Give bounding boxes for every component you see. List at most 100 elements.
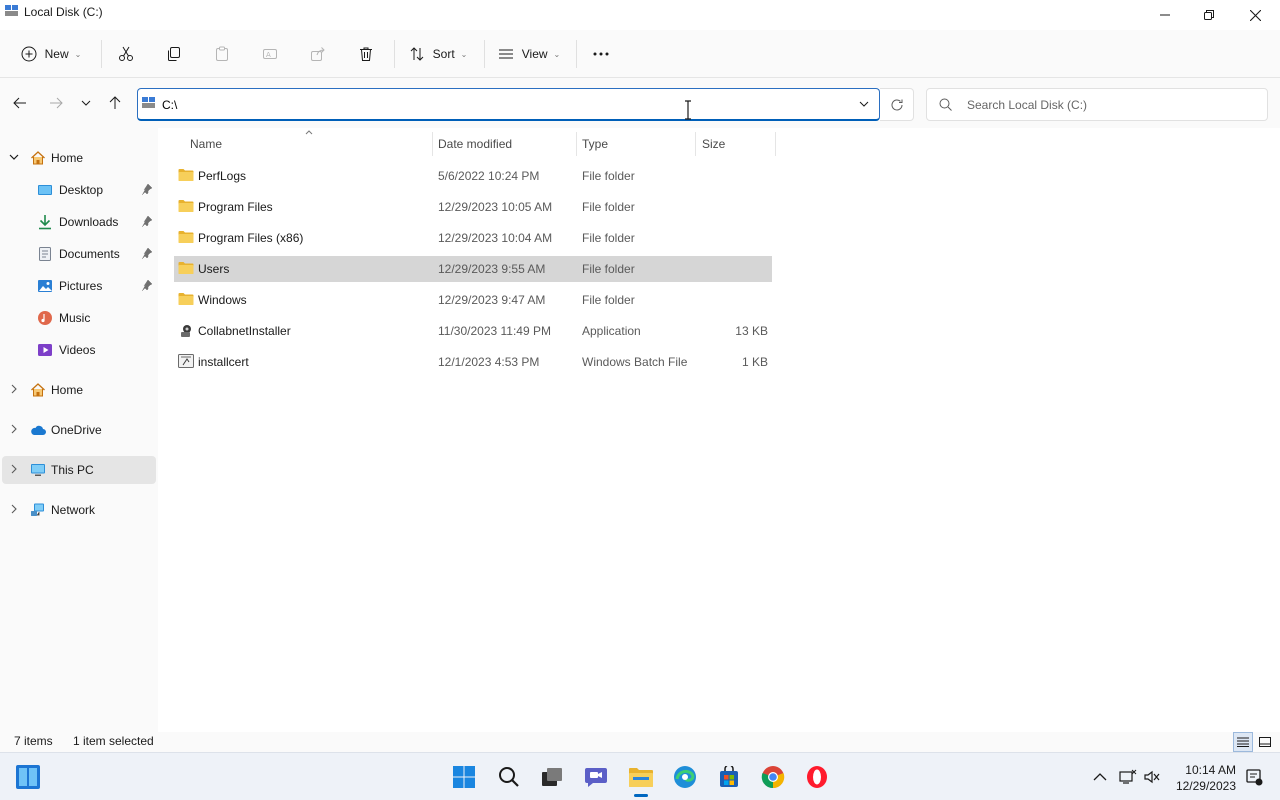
column-divider[interactable] [775,132,776,156]
arrow-up-icon [109,96,121,109]
column-divider[interactable] [432,132,433,156]
tiles-view-icon [1259,737,1271,747]
restore-icon [1204,10,1214,20]
show-hidden-icons-button[interactable] [1086,763,1114,791]
chevron-right-icon[interactable] [9,464,19,474]
navigation-bar: C:\ Search Local Disk (C:) [0,78,1280,128]
column-divider[interactable] [695,132,696,156]
edge-button[interactable] [671,763,699,791]
drive-icon [5,5,18,16]
arrow-left-icon [13,97,26,109]
sidebar-item-downloads[interactable]: Downloads [0,208,156,236]
new-button[interactable]: New ⌄ [14,38,88,70]
back-button[interactable] [9,92,31,114]
sidebar-item-documents[interactable]: Documents [0,240,156,268]
file-row[interactable]: Program Files 12/29/2023 10:05 AM File f… [174,194,772,220]
file-row[interactable]: PerfLogs 5/6/2022 10:24 PM File folder [174,163,772,189]
sidebar-item-network[interactable]: Network [0,496,156,524]
sidebar-item-pictures[interactable]: Pictures [0,272,156,300]
clock[interactable]: 10:14 AM 12/29/2023 [1168,762,1236,794]
chevron-right-icon[interactable] [9,424,19,434]
address-path[interactable]: C:\ [162,98,177,112]
column-header-name[interactable]: Name [190,137,222,151]
file-date: 12/1/2023 4:53 PM [438,355,540,369]
column-header-size[interactable]: Size [702,137,725,151]
rename-button[interactable]: A [256,38,284,70]
file-row[interactable]: CollabnetInstaller 11/30/2023 11:49 PM A… [174,318,772,344]
chevron-down-icon[interactable] [9,152,19,162]
minimize-button[interactable] [1142,0,1188,30]
task-view-button[interactable] [538,763,566,791]
application-icon [181,325,191,337]
chevron-right-icon[interactable] [9,384,19,394]
toolbar-divider [101,40,102,68]
delete-button[interactable] [352,38,380,70]
documents-icon [39,247,51,261]
sidebar-item-desktop[interactable]: Desktop [0,176,156,204]
file-type: File folder [582,262,635,276]
copy-button[interactable] [160,38,188,70]
sort-button[interactable]: Sort ⌄ [404,38,472,70]
search-taskbar-button[interactable] [495,763,523,791]
file-type: File folder [582,169,635,183]
trash-icon [360,47,372,61]
forward-button[interactable] [45,92,67,114]
file-type: Application [582,324,641,338]
close-button[interactable] [1232,0,1278,30]
store-icon [720,766,738,787]
file-row[interactable]: Windows 12/29/2023 9:47 AM File folder [174,287,772,313]
store-button[interactable] [715,763,743,791]
sidebar-item-onedrive[interactable]: OneDrive [0,416,156,444]
column-header-date[interactable]: Date modified [438,137,512,151]
more-options-button[interactable] [586,38,616,70]
file-row[interactable]: Program Files (x86) 12/29/2023 10:04 AM … [174,225,772,251]
view-button[interactable]: View ⌄ [494,38,564,70]
sidebar-item-label: Network [51,503,96,517]
recent-locations-button[interactable] [75,92,97,114]
address-bar[interactable]: C:\ [137,88,880,121]
notifications-button[interactable] [1240,763,1268,791]
sidebar-item-home-2[interactable]: Home [0,376,156,404]
chevron-down-icon[interactable] [858,98,870,110]
sidebar-item-this-pc[interactable]: This PC [2,456,156,484]
large-icons-view-button[interactable] [1255,732,1275,752]
details-view-button[interactable] [1233,732,1253,752]
share-button[interactable] [304,38,332,70]
scissors-icon [119,46,133,61]
sidebar-item-label: Home [51,383,84,397]
chrome-icon [761,766,785,789]
sidebar-item-videos[interactable]: Videos [0,336,156,364]
command-bar: New ⌄ A Sort ⌄ View ⌄ [0,30,1280,78]
volume-button[interactable] [1138,763,1166,791]
file-date: 12/29/2023 9:55 AM [438,262,546,276]
file-explorer-taskbar-button[interactable] [627,763,655,791]
column-header-type[interactable]: Type [582,137,608,151]
search-box[interactable]: Search Local Disk (C:) [926,88,1268,121]
chevron-down-icon: ⌄ [553,49,561,59]
folder-icon [178,262,194,274]
pin-icon [141,183,153,195]
widgets-button[interactable] [14,763,42,791]
chrome-button[interactable] [759,763,787,791]
toolbar-divider [576,40,577,68]
chat-button[interactable] [582,763,610,791]
file-row[interactable]: installcert 12/1/2023 4:53 PM Windows Ba… [174,349,772,375]
copy-icon [168,47,180,61]
file-date: 5/6/2022 10:24 PM [438,169,540,183]
start-button[interactable] [450,763,478,791]
opera-button[interactable] [803,763,831,791]
sidebar-item-home[interactable]: Home [0,144,156,172]
chat-icon [585,768,607,787]
windows-logo-icon [453,766,475,788]
edge-icon [674,766,696,788]
file-row-selected[interactable]: Users 12/29/2023 9:55 AM File folder [174,256,772,282]
file-name: Windows [198,293,247,307]
maximize-button[interactable] [1186,0,1232,30]
paste-button[interactable] [208,38,236,70]
column-divider[interactable] [576,132,577,156]
up-button[interactable] [104,92,126,114]
sidebar-item-music[interactable]: Music [0,304,156,332]
refresh-button[interactable] [880,88,914,121]
chevron-right-icon[interactable] [9,504,19,514]
cut-button[interactable] [112,38,140,70]
